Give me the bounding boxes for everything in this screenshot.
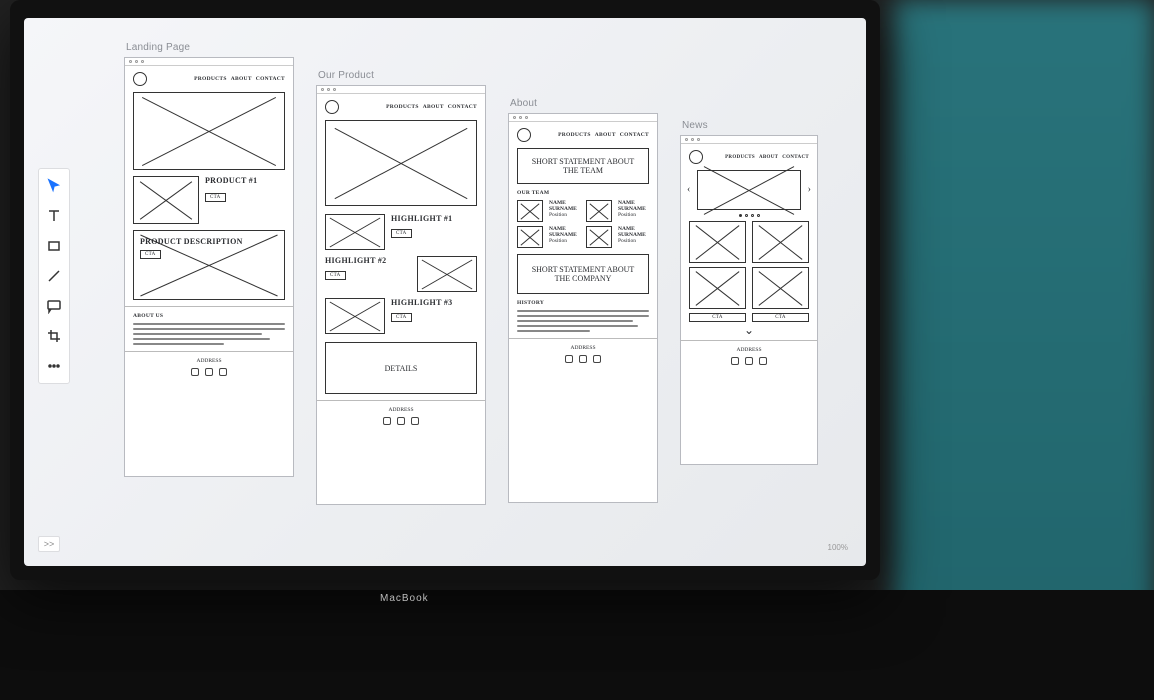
artboard-label[interactable]: News bbox=[680, 120, 818, 131]
browser-chrome bbox=[125, 58, 293, 66]
artboard-product[interactable]: PRODUCTS ABOUT CONTACT HIGHLIGHT #1 CTA bbox=[316, 85, 486, 505]
image-placeholder bbox=[417, 256, 477, 292]
nav-link: PRODUCTS bbox=[558, 132, 591, 138]
expand-panel-button[interactable]: >> bbox=[38, 536, 60, 552]
footer-social-icons bbox=[517, 355, 649, 363]
image-placeholder bbox=[752, 267, 809, 309]
member-name: NAME SURNAME bbox=[549, 226, 577, 238]
avatar-placeholder bbox=[586, 200, 612, 222]
cta-button: CTA bbox=[325, 271, 346, 280]
cta-button: CTA bbox=[205, 193, 226, 202]
member-role: Position bbox=[549, 212, 567, 218]
image-placeholder bbox=[689, 267, 746, 309]
carousel-prev-icon: ‹ bbox=[687, 184, 690, 195]
nav-link: PRODUCTS bbox=[386, 104, 419, 110]
footer-social-icons bbox=[689, 357, 809, 365]
avatar-placeholder bbox=[517, 200, 543, 222]
hero-image-placeholder bbox=[133, 92, 285, 170]
statement-text: SHORT STATEMENT ABOUT THE TEAM bbox=[524, 157, 642, 175]
details-label: DETAILS bbox=[385, 364, 418, 373]
nav-links: PRODUCTS ABOUT CONTACT bbox=[558, 132, 649, 138]
statement-text: SHORT STATEMENT ABOUT THE COMPANY bbox=[524, 265, 642, 283]
cta-button: CTA bbox=[391, 313, 412, 322]
tool-palette bbox=[38, 168, 70, 384]
text-tool[interactable] bbox=[43, 207, 65, 225]
browser-chrome bbox=[317, 86, 485, 94]
image-placeholder bbox=[752, 221, 809, 263]
cta-button: CTA bbox=[140, 250, 161, 259]
zoom-indicator[interactable]: 100% bbox=[828, 543, 848, 552]
chevron-down-icon: ⌄ bbox=[689, 326, 809, 334]
line-tool[interactable] bbox=[43, 267, 65, 285]
artboard-label[interactable]: Our Product bbox=[316, 70, 486, 81]
footer-label: ADDRESS bbox=[133, 358, 285, 364]
nav-link: ABOUT bbox=[595, 132, 616, 138]
carousel: ‹ › bbox=[689, 170, 809, 217]
image-placeholder bbox=[325, 298, 385, 334]
member-role: Position bbox=[618, 238, 636, 244]
member-role: Position bbox=[549, 238, 567, 244]
footer-social-icons bbox=[133, 368, 285, 376]
artboard-landing[interactable]: PRODUCTS ABOUT CONTACT PRODUCT #1 CTA bbox=[124, 57, 294, 477]
browser-chrome bbox=[681, 136, 817, 144]
artboard-label[interactable]: Landing Page bbox=[124, 42, 294, 53]
more-tools[interactable] bbox=[43, 357, 65, 375]
laptop-brand-label: MacBook bbox=[380, 593, 429, 604]
image-placeholder bbox=[325, 214, 385, 250]
nav-link: PRODUCTS bbox=[194, 76, 227, 82]
artboard-about[interactable]: PRODUCTS ABOUT CONTACT SHORT STATEMENT A… bbox=[508, 113, 658, 503]
footer-label: ADDRESS bbox=[517, 345, 649, 351]
image-placeholder: PRODUCT DESCRIPTION CTA bbox=[133, 230, 285, 300]
highlight-title: HIGHLIGHT #2 bbox=[325, 256, 411, 265]
statement-box: SHORT STATEMENT ABOUT THE COMPANY bbox=[517, 254, 649, 294]
comment-tool[interactable] bbox=[43, 297, 65, 315]
canvas[interactable]: Landing Page PRODUCTS ABOUT CONTACT bbox=[124, 42, 856, 556]
member-role: Position bbox=[618, 212, 636, 218]
text-lines-placeholder bbox=[133, 323, 285, 345]
avatar-placeholder bbox=[517, 226, 543, 248]
member-name: NAME SURNAME bbox=[618, 200, 646, 212]
logo-placeholder bbox=[517, 128, 531, 142]
section-title: OUR TEAM bbox=[517, 190, 649, 196]
nav-link: ABOUT bbox=[759, 155, 778, 160]
laptop-frame: Landing Page PRODUCTS ABOUT CONTACT bbox=[10, 0, 880, 580]
artboard-col-landing: Landing Page PRODUCTS ABOUT CONTACT bbox=[124, 42, 294, 477]
details-box: DETAILS bbox=[325, 342, 477, 394]
artboard-col-product: Our Product PRODUCTS ABOUT CONTACT bbox=[316, 70, 486, 505]
carousel-image-placeholder bbox=[697, 170, 801, 210]
logo-placeholder bbox=[689, 150, 703, 164]
image-placeholder bbox=[689, 221, 746, 263]
statement-box: SHORT STATEMENT ABOUT THE TEAM bbox=[517, 148, 649, 184]
footer-label: ADDRESS bbox=[325, 407, 477, 413]
browser-chrome bbox=[509, 114, 657, 122]
wireframe-nav: PRODUCTS ABOUT CONTACT bbox=[517, 128, 649, 142]
avatar-placeholder bbox=[586, 226, 612, 248]
section-title: PRODUCT DESCRIPTION bbox=[140, 237, 243, 246]
member-name: NAME SURNAME bbox=[549, 200, 577, 212]
logo-placeholder bbox=[325, 100, 339, 114]
hero-image-placeholder bbox=[325, 120, 477, 206]
artboard-label[interactable]: About bbox=[508, 98, 658, 109]
text-lines-placeholder bbox=[517, 310, 649, 332]
cta-button: CTA bbox=[391, 229, 412, 238]
design-app-screen: Landing Page PRODUCTS ABOUT CONTACT bbox=[24, 18, 866, 566]
carousel-next-icon: › bbox=[808, 184, 811, 195]
artboard-col-about: About PRODUCTS ABOUT CONTACT bbox=[508, 98, 658, 503]
nav-link: PRODUCTS bbox=[725, 155, 755, 160]
artboard-news[interactable]: PRODUCTS ABOUT CONTACT ‹ › bbox=[680, 135, 818, 465]
highlight-title: HIGHLIGHT #3 bbox=[391, 298, 477, 307]
desk-surface bbox=[0, 590, 1154, 700]
nav-link: CONTACT bbox=[620, 132, 649, 138]
crop-tool[interactable] bbox=[43, 327, 65, 345]
member-name: NAME SURNAME bbox=[618, 226, 646, 238]
footer-label: ADDRESS bbox=[689, 347, 809, 353]
select-tool[interactable] bbox=[43, 177, 65, 195]
artboard-col-news: News PRODUCTS ABOUT CONTACT bbox=[680, 120, 818, 465]
rectangle-tool[interactable] bbox=[43, 237, 65, 255]
nav-links: PRODUCTS ABOUT CONTACT bbox=[725, 155, 809, 160]
section-title: HISTORY bbox=[517, 300, 649, 306]
footer-social-icons bbox=[325, 417, 477, 425]
